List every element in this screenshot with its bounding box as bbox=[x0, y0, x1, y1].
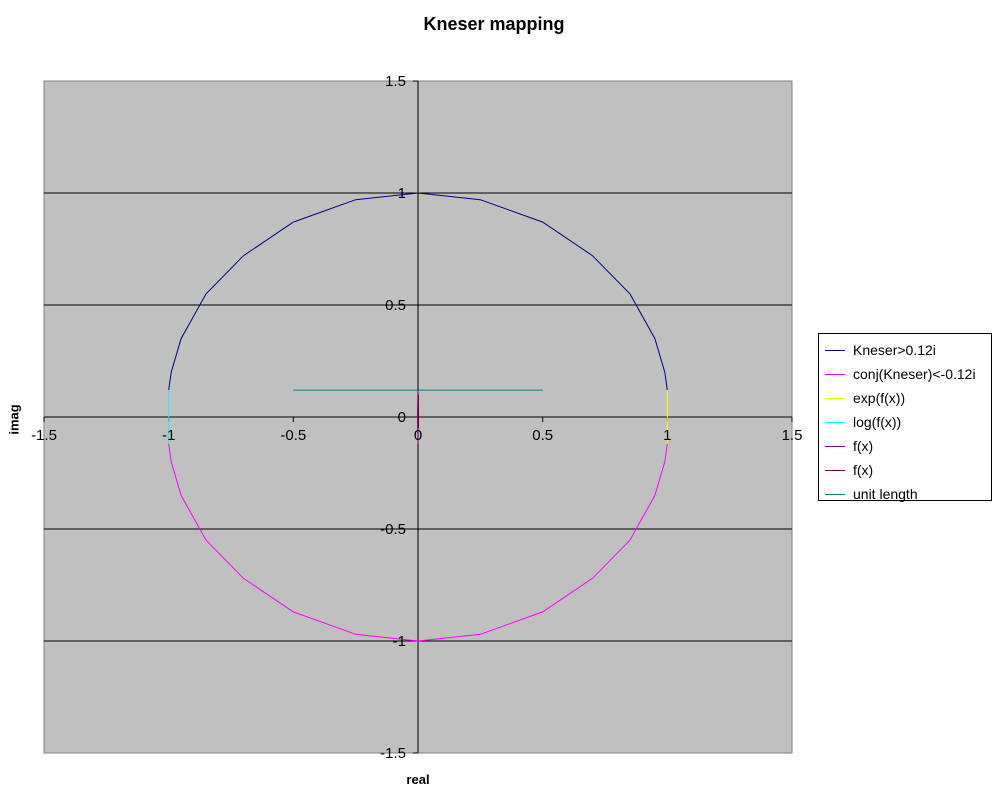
x-tick-label: 0.5 bbox=[532, 427, 553, 444]
legend-item: Kneser>0.12i bbox=[819, 338, 991, 362]
x-tick-label: 1 bbox=[663, 427, 671, 444]
x-tick-label: -0.5 bbox=[280, 427, 306, 444]
y-axis-label: imag bbox=[6, 404, 22, 435]
x-axis-label: real bbox=[406, 772, 430, 787]
legend-item: f(x) bbox=[819, 434, 991, 458]
x-tick-label: 0 bbox=[414, 427, 422, 444]
legend-swatch bbox=[825, 397, 845, 399]
x-tick-label: 1.5 bbox=[782, 427, 803, 444]
legend-label: Kneser>0.12i bbox=[853, 342, 936, 358]
y-tick-label: -1.5 bbox=[380, 745, 406, 762]
legend-item: exp(f(x)) bbox=[819, 386, 991, 410]
legend-swatch bbox=[825, 421, 845, 423]
legend-label: conj(Kneser)<-0.12i bbox=[853, 366, 976, 382]
legend-swatch bbox=[825, 373, 845, 375]
y-tick-label: 0.5 bbox=[385, 297, 406, 314]
y-tick-label: 0 bbox=[398, 409, 406, 426]
legend-item: conj(Kneser)<-0.12i bbox=[819, 362, 991, 386]
legend: Kneser>0.12i conj(Kneser)<-0.12i exp(f(x))… bbox=[818, 333, 992, 502]
legend-swatch bbox=[825, 445, 845, 447]
y-tick-label: 1.5 bbox=[385, 73, 406, 90]
legend-item: f(x) bbox=[819, 458, 991, 482]
legend-swatch bbox=[825, 493, 845, 495]
legend-label: f(x) bbox=[853, 438, 874, 454]
legend-item: log(f(x)) bbox=[819, 410, 991, 434]
y-tick-label: -1 bbox=[393, 633, 406, 650]
legend-label: unit length bbox=[853, 486, 918, 502]
x-tick-label: -1 bbox=[162, 427, 175, 444]
legend-swatch bbox=[825, 349, 845, 351]
y-tick-label: -0.5 bbox=[380, 521, 406, 538]
legend-label: exp(f(x)) bbox=[853, 390, 906, 406]
y-tick-label: 1 bbox=[398, 185, 406, 202]
legend-item: unit length bbox=[819, 482, 991, 506]
legend-label: f(x) bbox=[853, 462, 874, 478]
legend-label: log(f(x)) bbox=[853, 414, 902, 430]
legend-swatch bbox=[825, 469, 845, 471]
x-tick-label: -1.5 bbox=[31, 427, 57, 444]
